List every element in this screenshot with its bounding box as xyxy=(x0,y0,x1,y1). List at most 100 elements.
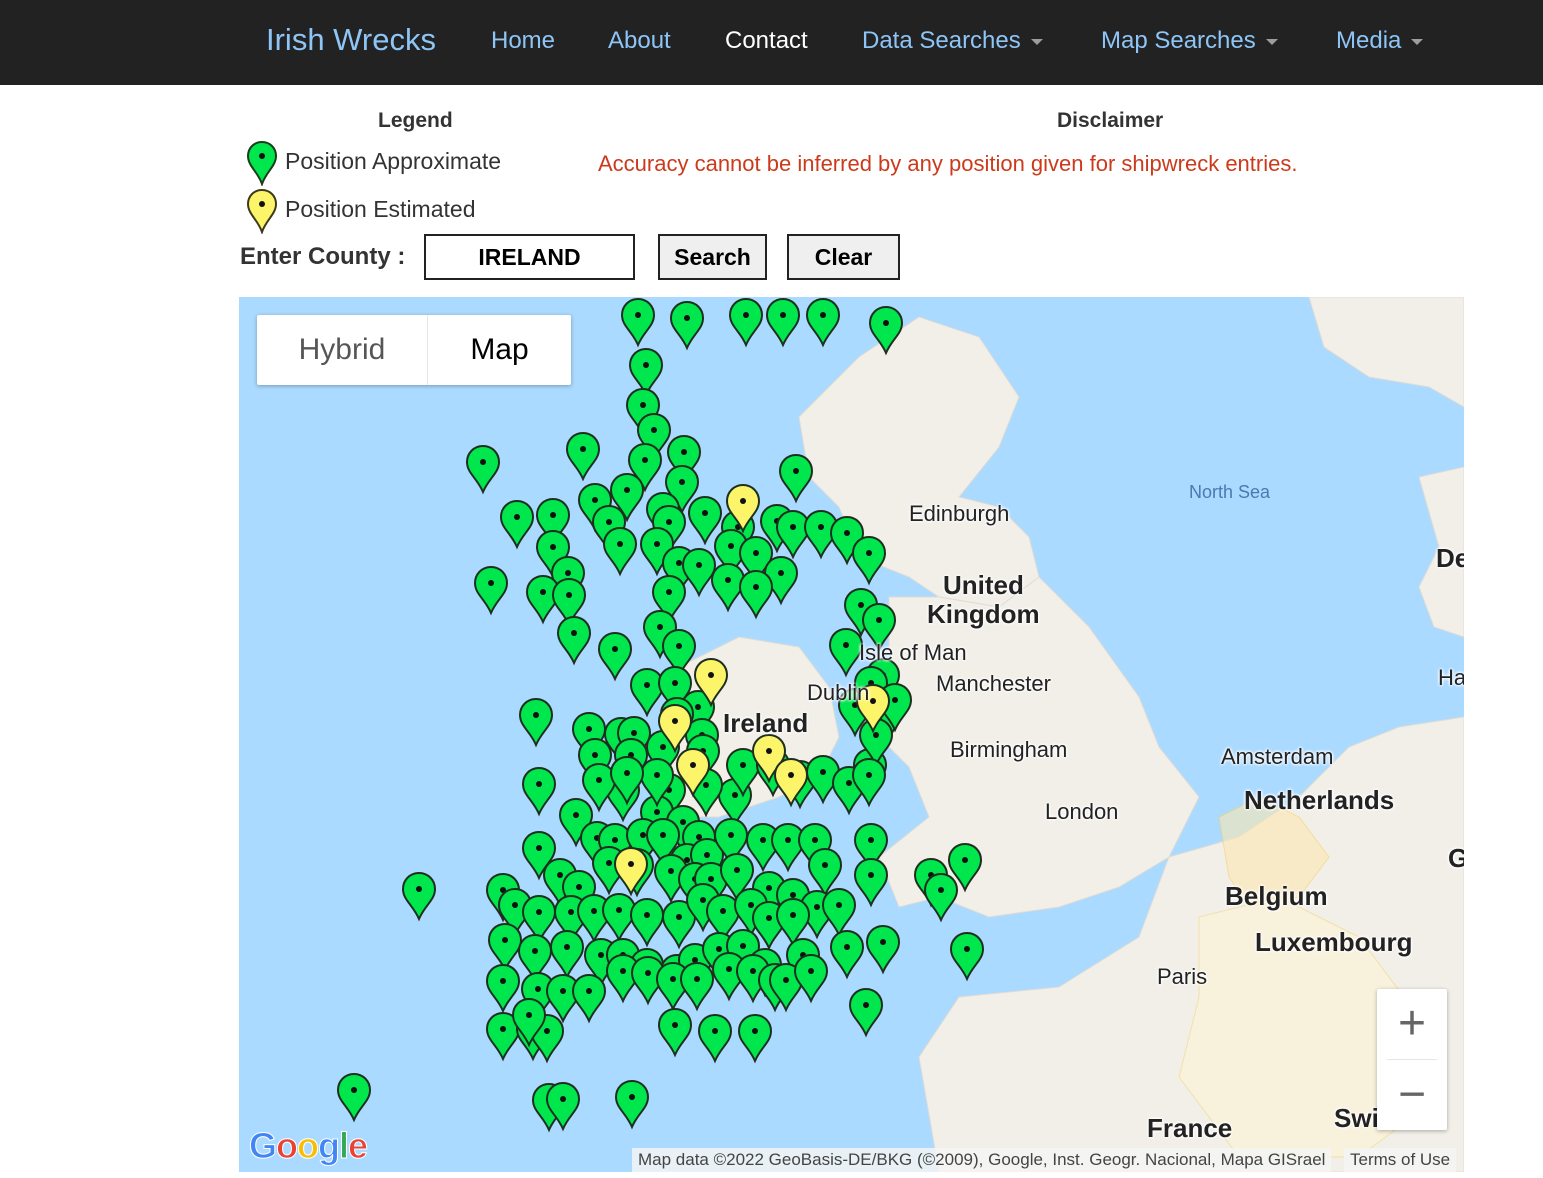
green-marker-icon[interactable] xyxy=(473,565,509,616)
map-type-hybrid-button[interactable]: Hybrid xyxy=(257,315,427,385)
yellow-marker-icon xyxy=(246,188,278,234)
marker-dot xyxy=(616,907,622,913)
map-label-switzerland-partial: Swi xyxy=(1334,1103,1379,1133)
marker-dot xyxy=(617,541,623,547)
green-marker-icon[interactable] xyxy=(805,297,841,348)
marker-dot xyxy=(820,769,826,775)
green-marker-icon[interactable] xyxy=(597,631,633,682)
legend-title: Legend xyxy=(378,109,453,132)
marker-dot xyxy=(526,1012,532,1018)
marker-dot xyxy=(844,944,850,950)
map-type-map-button[interactable]: Map xyxy=(427,315,571,385)
marker-dot xyxy=(654,809,660,815)
search-button[interactable]: Search xyxy=(658,234,767,280)
green-marker-icon[interactable] xyxy=(851,535,887,586)
map-attribution: Map data ©2022 GeoBasis-DE/BKG (©2009), … xyxy=(632,1148,1332,1172)
green-marker-icon[interactable] xyxy=(465,444,501,495)
green-marker-icon[interactable] xyxy=(620,297,656,348)
green-marker-icon[interactable] xyxy=(821,887,857,938)
green-marker-icon[interactable] xyxy=(775,509,811,560)
brand-link[interactable]: Irish Wrecks xyxy=(266,22,436,58)
marker-dot xyxy=(790,912,796,918)
nav-home[interactable]: Home xyxy=(491,27,555,55)
green-marker-icon[interactable] xyxy=(829,929,865,980)
green-marker-icon[interactable] xyxy=(738,569,774,620)
green-marker-icon[interactable] xyxy=(669,300,705,351)
green-marker-icon[interactable] xyxy=(681,547,717,598)
green-marker-icon[interactable] xyxy=(565,431,601,482)
green-marker-icon[interactable] xyxy=(518,697,554,748)
marker-dot xyxy=(586,988,592,994)
marker-dot xyxy=(695,704,701,710)
wreck-map[interactable]: North Sea Edinburgh United Kingdom Isle … xyxy=(239,297,1464,1172)
green-marker-icon[interactable] xyxy=(628,347,664,398)
google-logo[interactable]: Google xyxy=(248,1125,368,1167)
green-marker-icon[interactable] xyxy=(828,627,864,678)
green-marker-icon[interactable] xyxy=(770,822,806,873)
marker-dot xyxy=(725,577,731,583)
marker-dot xyxy=(702,510,708,516)
marker-dot xyxy=(846,780,852,786)
nav-map-searches[interactable]: Map Searches xyxy=(1101,27,1278,55)
marker-dot xyxy=(628,861,634,867)
green-marker-icon[interactable] xyxy=(853,857,889,908)
marker-dot xyxy=(576,884,582,890)
marker-dot xyxy=(704,852,710,858)
county-input[interactable] xyxy=(424,234,635,280)
green-marker-icon[interactable] xyxy=(865,924,901,975)
marker-dot xyxy=(863,1002,869,1008)
green-marker-icon[interactable] xyxy=(793,953,829,1004)
marker-dot xyxy=(680,819,686,825)
marker-dot xyxy=(416,886,422,892)
green-marker-icon[interactable] xyxy=(697,1013,733,1064)
marker-dot xyxy=(565,570,571,576)
green-marker-icon[interactable] xyxy=(728,297,764,348)
green-marker-icon[interactable] xyxy=(487,922,523,973)
map-label-manchester: Manchester xyxy=(936,671,1051,696)
marker-dot xyxy=(716,946,722,952)
marker-dot xyxy=(750,968,756,974)
green-marker-icon[interactable] xyxy=(549,929,585,980)
green-marker-icon[interactable] xyxy=(923,872,959,923)
marker-dot xyxy=(654,541,660,547)
green-marker-icon[interactable] xyxy=(657,1007,693,1058)
green-marker-icon[interactable] xyxy=(868,305,904,356)
green-marker-icon[interactable] xyxy=(485,963,521,1014)
green-marker-icon[interactable] xyxy=(848,987,884,1038)
map-label-north-sea: North Sea xyxy=(1189,482,1271,502)
marker-dot xyxy=(592,497,598,503)
marker-dot xyxy=(681,449,687,455)
marker-dot xyxy=(591,908,597,914)
nav-contact[interactable]: Contact xyxy=(725,27,808,55)
marker-dot xyxy=(560,1096,566,1102)
green-marker-icon[interactable] xyxy=(614,1079,650,1130)
green-marker-icon[interactable] xyxy=(737,1013,773,1064)
green-marker-icon[interactable] xyxy=(949,931,985,982)
green-marker-icon[interactable] xyxy=(778,453,814,504)
zoom-out-button[interactable]: − xyxy=(1377,1060,1447,1130)
green-marker-icon[interactable] xyxy=(556,615,592,666)
green-marker-icon[interactable] xyxy=(521,766,557,817)
marker-dot xyxy=(672,718,678,724)
marker-dot xyxy=(732,792,738,798)
nav-data-searches[interactable]: Data Searches xyxy=(862,27,1043,55)
green-marker-icon[interactable] xyxy=(336,1072,372,1123)
green-marker-icon[interactable] xyxy=(499,499,535,550)
green-marker-icon[interactable] xyxy=(679,961,715,1012)
green-marker-icon[interactable] xyxy=(401,871,437,922)
green-marker-icon[interactable] xyxy=(687,495,723,546)
green-marker-icon[interactable] xyxy=(571,973,607,1024)
marker-dot xyxy=(642,457,648,463)
terms-of-use-link[interactable]: Terms of Use xyxy=(1344,1148,1457,1172)
green-marker-icon[interactable] xyxy=(629,897,665,948)
nav-about[interactable]: About xyxy=(608,27,671,55)
nav-media[interactable]: Media xyxy=(1336,27,1424,55)
green-marker-icon[interactable] xyxy=(629,667,665,718)
green-marker-icon[interactable] xyxy=(765,297,801,348)
green-marker-icon[interactable] xyxy=(602,526,638,577)
clear-button[interactable]: Clear xyxy=(787,234,900,280)
zoom-in-button[interactable]: + xyxy=(1377,989,1447,1059)
map-label-dublin: Dublin xyxy=(807,680,870,705)
green-marker-icon[interactable] xyxy=(807,847,843,898)
marker-dot xyxy=(643,362,649,368)
